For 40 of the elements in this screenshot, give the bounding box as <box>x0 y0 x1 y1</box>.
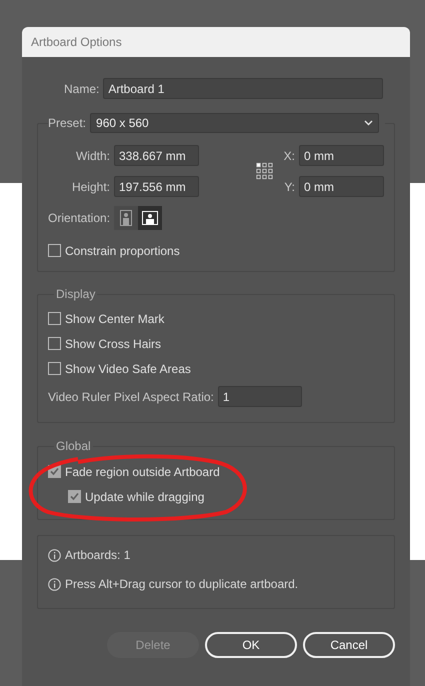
dialog-button[interactable]: OK <box>205 632 297 658</box>
field-label: Name: <box>64 80 100 98</box>
field-label: X: <box>283 148 295 164</box>
input-field[interactable]: 0 mm <box>299 176 384 197</box>
checkbox-label: Show Cross Hairs <box>65 336 162 352</box>
field-label: Width: <box>74 148 110 164</box>
chevron-down-icon <box>364 120 373 126</box>
field-label: Orientation: <box>48 210 110 227</box>
preset-dropdown[interactable]: 960 x 560 <box>90 113 379 133</box>
landscape-icon <box>142 211 158 225</box>
info-text: Artboards: 1 <box>65 547 130 564</box>
field-label: Height: <box>70 178 110 196</box>
window-title: Artboard Options <box>31 34 122 51</box>
orientation-button[interactable] <box>138 206 162 230</box>
checkbox[interactable] <box>48 337 61 350</box>
info-icon <box>48 578 61 590</box>
portrait-icon <box>120 210 132 226</box>
name-field[interactable]: Artboard 1 <box>103 78 384 99</box>
input-field[interactable]: 1 <box>218 386 302 407</box>
section-title: Global <box>55 438 92 455</box>
field-label: Y: <box>283 178 295 196</box>
input-field[interactable]: 338.667 mm <box>114 145 199 166</box>
info-icon <box>48 548 61 562</box>
dialog-button[interactable]: Cancel <box>303 632 395 658</box>
checkbox[interactable] <box>48 312 61 325</box>
checkbox-label: Show Center Mark <box>65 310 164 328</box>
info-text: Press Alt+Drag cursor to duplicate artboard. <box>65 576 298 593</box>
checkbox[interactable] <box>48 244 61 257</box>
section-title: Display <box>55 286 96 303</box>
checkbox-label: Update while dragging <box>85 488 204 506</box>
checkbox[interactable] <box>68 490 81 503</box>
checkbox-label: Fade region outside Artboard <box>65 464 220 480</box>
reference-point-icon <box>256 161 273 181</box>
input-field[interactable]: 0 mm <box>299 145 384 166</box>
checkbox-label: Show Video Safe Areas <box>65 360 191 378</box>
input-field[interactable]: 197.556 mm <box>114 176 199 197</box>
checkbox[interactable] <box>48 362 61 375</box>
field-label: Video Ruler Pixel Aspect Ratio: <box>48 388 214 406</box>
field-label: Preset: <box>48 115 86 132</box>
checkbox-label: Constrain proportions <box>65 242 180 260</box>
